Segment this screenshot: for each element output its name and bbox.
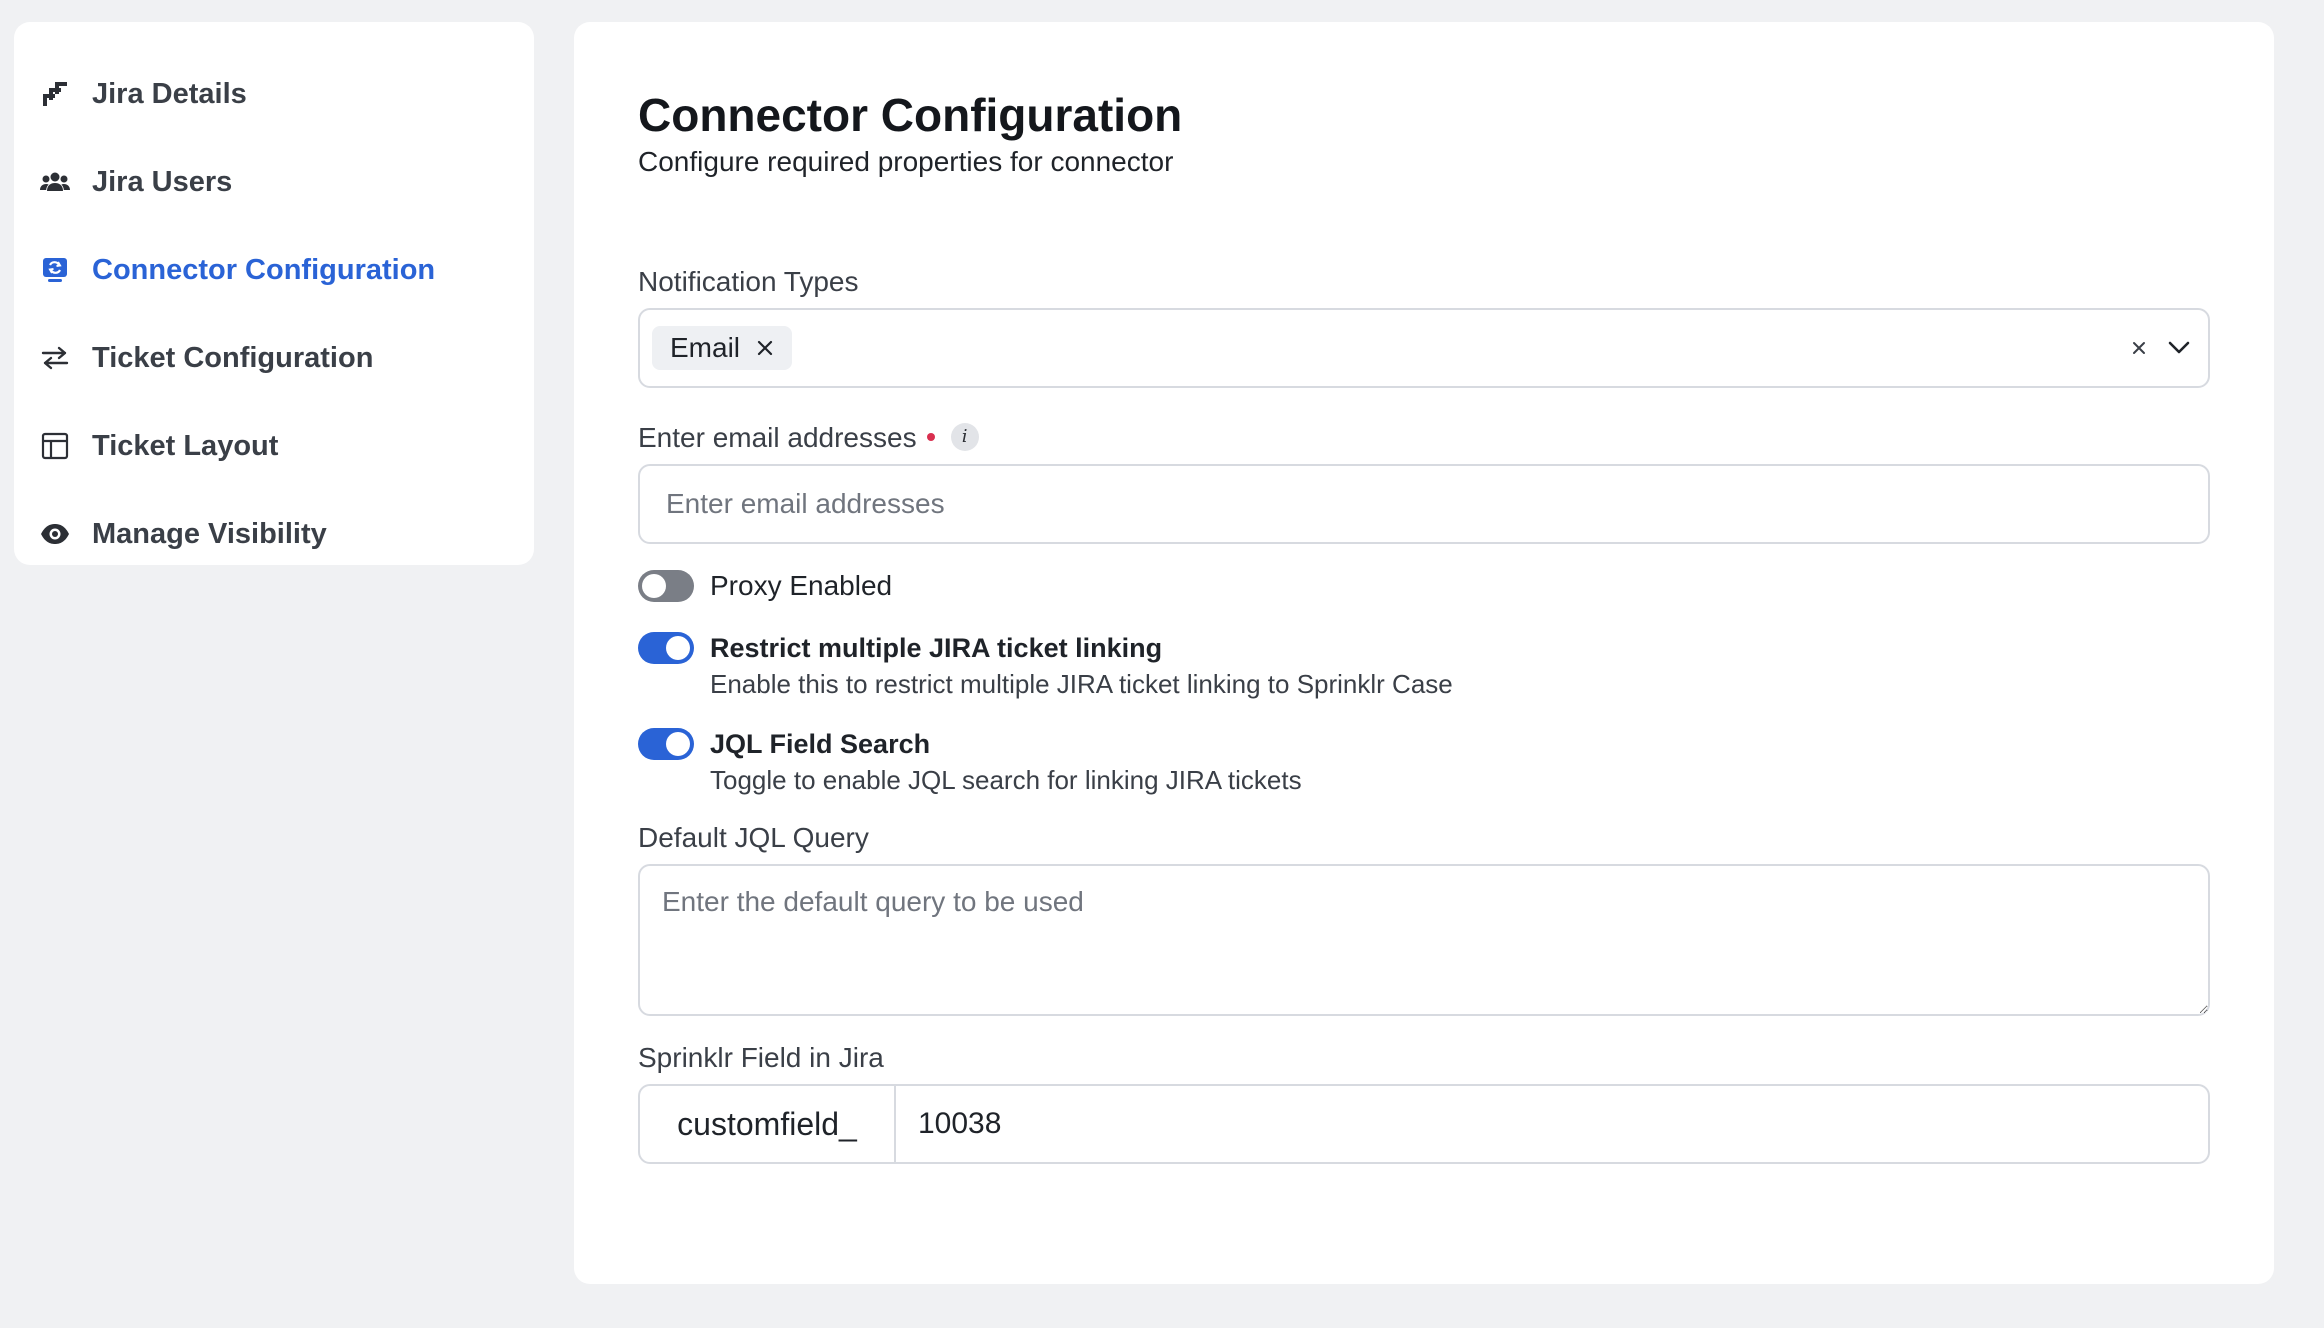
proxy-enabled-label: Proxy Enabled xyxy=(710,570,893,601)
sidebar-item-ticket-layout[interactable]: Ticket Layout xyxy=(14,402,534,490)
jql-search-label: JQL Field Search xyxy=(710,729,931,759)
notification-types-label: Notification Types xyxy=(638,266,859,297)
jql-search-row: JQL Field Search Toggle to enable JQL se… xyxy=(638,728,1302,796)
jql-search-description: Toggle to enable JQL search for linking … xyxy=(710,765,1302,795)
main-panel: Connector Configuration Configure requir… xyxy=(574,22,2274,1284)
proxy-enabled-row: Proxy Enabled xyxy=(638,570,892,602)
field-prefix: customfield_ xyxy=(640,1086,896,1162)
chevron-down-icon[interactable] xyxy=(2168,341,2190,355)
sprinklr-field-label: Sprinklr Field in Jira xyxy=(638,1042,884,1073)
toggle-knob xyxy=(666,636,690,660)
jql-search-toggle[interactable] xyxy=(638,728,694,760)
restrict-linking-description: Enable this to restrict multiple JIRA ti… xyxy=(710,669,1453,699)
sidebar-item-jira-details[interactable]: Jira Details xyxy=(14,50,534,138)
sidebar-item-label: Jira Users xyxy=(92,165,233,198)
selected-chip: Email xyxy=(652,326,793,370)
sidebar: Jira Details Jira Users Connector Config… xyxy=(14,22,534,565)
sidebar-item-label: Connector Configuration xyxy=(92,253,436,286)
jira-logo-icon xyxy=(38,77,72,111)
chip-label: Email xyxy=(670,332,741,363)
jql-query-label: Default JQL Query xyxy=(638,822,869,853)
notification-types-select[interactable]: Email xyxy=(638,308,2210,388)
layout-icon xyxy=(38,429,72,463)
jql-query-textarea[interactable] xyxy=(638,864,2210,1016)
sidebar-item-label: Ticket Layout xyxy=(92,429,279,462)
restrict-linking-row: Restrict multiple JIRA ticket linking En… xyxy=(638,632,1453,700)
email-input[interactable] xyxy=(638,464,2210,544)
restrict-linking-toggle[interactable] xyxy=(638,632,694,664)
arrows-swap-icon xyxy=(38,341,72,375)
sprinklr-field-input[interactable] xyxy=(896,1086,2208,1162)
sidebar-item-ticket-configuration[interactable]: Ticket Configuration xyxy=(14,314,534,402)
sidebar-item-jira-users[interactable]: Jira Users xyxy=(14,138,534,226)
connector-icon xyxy=(38,253,72,287)
sidebar-item-label: Ticket Configuration xyxy=(92,341,374,374)
page-subtitle: Configure required properties for connec… xyxy=(638,146,1174,177)
users-icon xyxy=(38,165,72,199)
info-icon[interactable]: i xyxy=(950,422,979,451)
remove-chip-icon[interactable] xyxy=(754,337,776,359)
sprinklr-field-group: customfield_ xyxy=(638,1084,2210,1164)
sidebar-item-label: Jira Details xyxy=(92,77,247,110)
email-label-text: Enter email addresses xyxy=(638,422,917,453)
sidebar-item-manage-visibility[interactable]: Manage Visibility xyxy=(14,490,534,578)
email-label: Enter email addresses i xyxy=(638,422,979,454)
toggle-knob xyxy=(666,732,690,756)
sidebar-item-connector-configuration[interactable]: Connector Configuration xyxy=(14,226,534,314)
eye-icon xyxy=(38,517,72,551)
proxy-enabled-toggle[interactable] xyxy=(638,570,694,602)
clear-selection-icon[interactable] xyxy=(2130,339,2148,357)
toggle-knob xyxy=(642,574,666,598)
page-title: Connector Configuration xyxy=(638,89,1183,141)
required-indicator xyxy=(926,432,935,441)
sidebar-item-label: Manage Visibility xyxy=(92,517,327,550)
restrict-linking-label: Restrict multiple JIRA ticket linking xyxy=(710,633,1163,663)
